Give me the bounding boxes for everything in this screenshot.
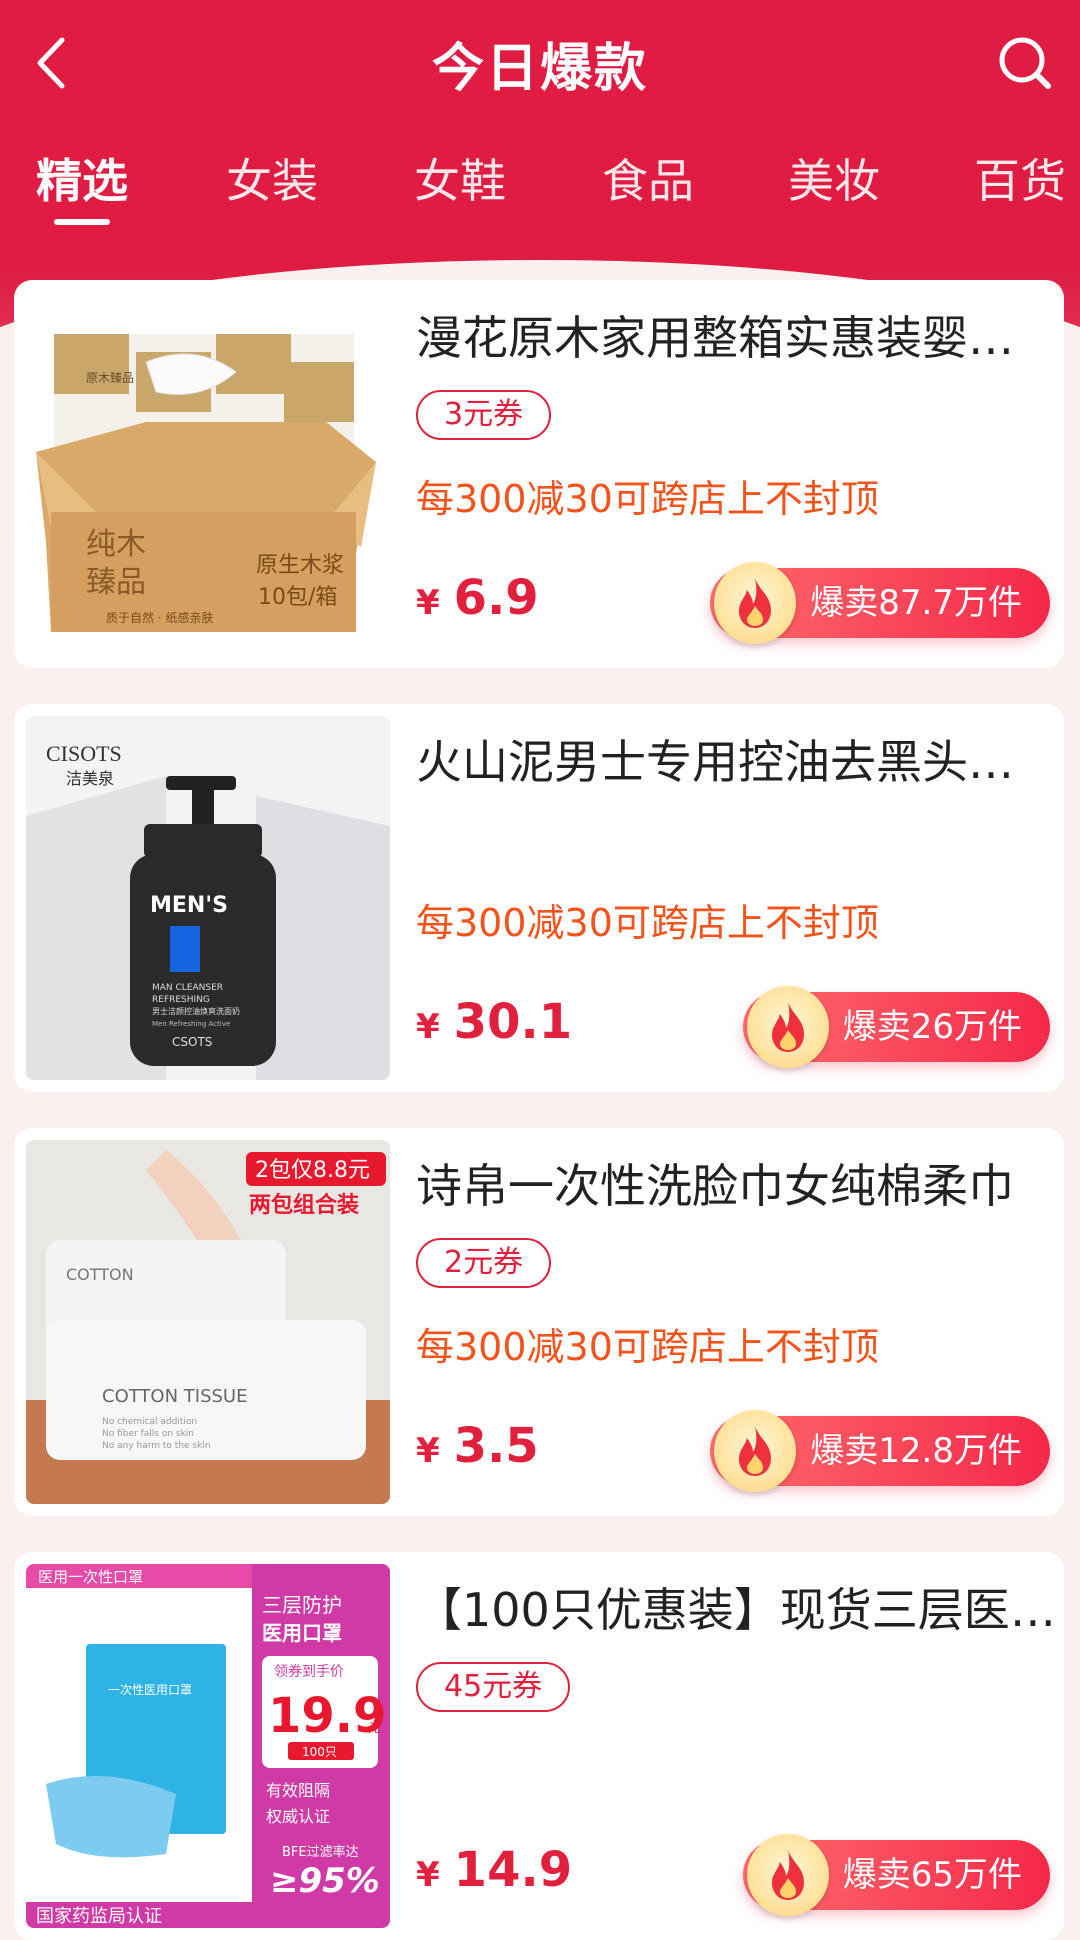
image-caption: 纯木: [86, 527, 146, 562]
sales-badge[interactable]: 爆卖65万件: [742, 1834, 1050, 1916]
sales-text: 爆卖65万件: [842, 1855, 1022, 1895]
price: ¥3.5: [416, 1418, 539, 1474]
product-title[interactable]: 诗帛一次性洗脸巾女纯棉柔巾: [416, 1150, 1056, 1216]
image-caption: No fiber falls on skin: [102, 1429, 194, 1439]
tab-label: 女装: [226, 154, 318, 208]
product-image[interactable]: 2包仅8.8元 两包组合装 COTTON COTTON TISSUE No ch…: [26, 1140, 390, 1504]
image-caption: 10包/箱: [258, 585, 337, 610]
tab-label: 精选: [36, 154, 128, 208]
image-caption: 男士洁颜控油焕爽洗面奶: [152, 1006, 240, 1016]
image-caption: MEN'S: [150, 893, 228, 918]
image-caption: 100只: [302, 1745, 337, 1759]
image-caption: 臻品: [86, 565, 146, 600]
image-caption: 19.9: [268, 1688, 386, 1744]
active-tab-indicator: [54, 219, 110, 225]
tab-label: 女鞋: [414, 154, 506, 208]
search-button[interactable]: [990, 28, 1060, 98]
price-value: 14.9: [453, 1842, 573, 1898]
image-caption: 领券到手价: [274, 1664, 344, 1680]
sales-badge[interactable]: 爆卖26万件: [742, 986, 1050, 1068]
product-image[interactable]: 纯木 臻品 原生木浆 10包/箱 原木臻品 质于自然 · 纸感亲肤: [26, 292, 390, 656]
image-caption: 质于自然 · 纸感亲肤: [106, 610, 213, 625]
image-caption: COTTON: [66, 1265, 134, 1284]
promo-text: 每300减30可跨店上不封顶: [416, 477, 879, 521]
price: ¥30.1: [416, 994, 572, 1050]
page-title: 今日爆款: [431, 39, 648, 99]
sales-text: 爆卖26万件: [842, 1007, 1022, 1047]
product-card[interactable]: CISOTS 洁美泉 MEN'S MAN CLEANSER REFRESHING…: [14, 704, 1064, 1092]
tab-general-goods[interactable]: 百货: [950, 145, 1080, 211]
tab-beauty[interactable]: 美妆: [764, 145, 904, 211]
coupon-badge[interactable]: 2元券: [416, 1238, 552, 1288]
image-caption: BFE过滤率达: [282, 1844, 359, 1860]
promo-text: 每300减30可跨店上不封顶: [416, 1325, 879, 1369]
image-caption: MAN CLEANSER: [152, 983, 223, 993]
product-title[interactable]: 【100只优惠装】现货三层医用口罩: [416, 1574, 1056, 1640]
image-caption: 医用一次性口罩: [38, 1568, 143, 1586]
sales-text: 爆卖12.8万件: [810, 1431, 1022, 1471]
image-caption: 原木臻品: [86, 371, 134, 385]
image-caption: Men Refreshing Active: [152, 1020, 230, 1028]
category-tabs: 精选 女装 女鞋 食品 美妆 百货: [0, 145, 1080, 235]
currency-symbol: ¥: [416, 1855, 440, 1895]
image-caption: 国家药监局认证: [36, 1906, 162, 1927]
search-icon: [999, 37, 1051, 89]
image-caption: 有效阻隔: [266, 1781, 330, 1800]
image-caption: No any harm to the skin: [102, 1441, 211, 1451]
coupon-badge[interactable]: 45元券: [416, 1662, 571, 1712]
image-caption: ≥95%: [270, 1861, 380, 1901]
tab-label: 食品: [602, 154, 694, 208]
image-caption: 原生木浆: [256, 553, 344, 578]
image-caption: 洁美泉: [66, 769, 114, 788]
tab-womens-shoes[interactable]: 女鞋: [390, 145, 530, 211]
sales-badge[interactable]: 爆卖87.7万件: [710, 562, 1050, 644]
product-card[interactable]: 纯木 臻品 原生木浆 10包/箱 原木臻品 质于自然 · 纸感亲肤 漫花原木家用…: [14, 280, 1064, 668]
image-caption: REFRESHING: [152, 995, 210, 1005]
coupon-badge[interactable]: 3元券: [416, 390, 552, 440]
image-caption: 两包组合装: [249, 1192, 359, 1218]
product-card[interactable]: 2包仅8.8元 两包组合装 COTTON COTTON TISSUE No ch…: [14, 1128, 1064, 1516]
promo-text: 每300减30可跨店上不封顶: [416, 901, 879, 945]
product-image[interactable]: CISOTS 洁美泉 MEN'S MAN CLEANSER REFRESHING…: [26, 716, 390, 1080]
sales-text: 爆卖87.7万件: [810, 583, 1022, 623]
image-caption: 一次性医用口罩: [108, 1683, 192, 1697]
header: 今日爆款: [0, 0, 1080, 130]
currency-symbol: ¥: [416, 583, 440, 623]
product-card[interactable]: 医用一次性口罩 一次性医用口罩 三层防护 医用口罩 领券到手价 19.9 元 1…: [14, 1552, 1064, 1940]
price-value: 6.9: [453, 570, 539, 626]
currency-symbol: ¥: [416, 1431, 440, 1471]
tab-label: 百货: [974, 154, 1066, 208]
image-caption: 三层防护: [262, 1593, 342, 1617]
flame-icon: [746, 986, 829, 1068]
product-title[interactable]: 漫花原木家用整箱实惠装婴儿纸巾抽纸: [416, 302, 1056, 368]
price-value: 30.1: [453, 994, 573, 1050]
tab-label: 美妆: [788, 154, 880, 208]
currency-symbol: ¥: [416, 1007, 440, 1047]
image-caption: 元: [368, 1721, 380, 1735]
image-caption: CSOTS: [172, 1035, 212, 1049]
image-caption: No chemical addition: [102, 1417, 197, 1427]
flame-icon: [714, 562, 797, 644]
product-image[interactable]: 医用一次性口罩 一次性医用口罩 三层防护 医用口罩 领券到手价 19.9 元 1…: [26, 1564, 390, 1928]
image-caption: 权威认证: [266, 1807, 330, 1826]
tab-featured[interactable]: 精选: [12, 145, 152, 225]
flame-icon: [746, 1834, 829, 1916]
image-caption: 2包仅8.8元: [255, 1158, 370, 1183]
image-caption: COTTON TISSUE: [102, 1386, 247, 1407]
image-caption: 医用口罩: [262, 1621, 342, 1645]
tab-food[interactable]: 食品: [578, 145, 718, 211]
price: ¥6.9: [416, 570, 539, 626]
image-caption: CISOTS: [46, 741, 122, 766]
price-value: 3.5: [453, 1418, 539, 1474]
product-title[interactable]: 火山泥男士专用控油去黑头洗面奶: [416, 726, 1056, 792]
sales-badge[interactable]: 爆卖12.8万件: [710, 1410, 1050, 1492]
flame-icon: [714, 1410, 797, 1492]
tab-womens-clothing[interactable]: 女装: [202, 145, 342, 211]
price: ¥14.9: [416, 1842, 572, 1898]
